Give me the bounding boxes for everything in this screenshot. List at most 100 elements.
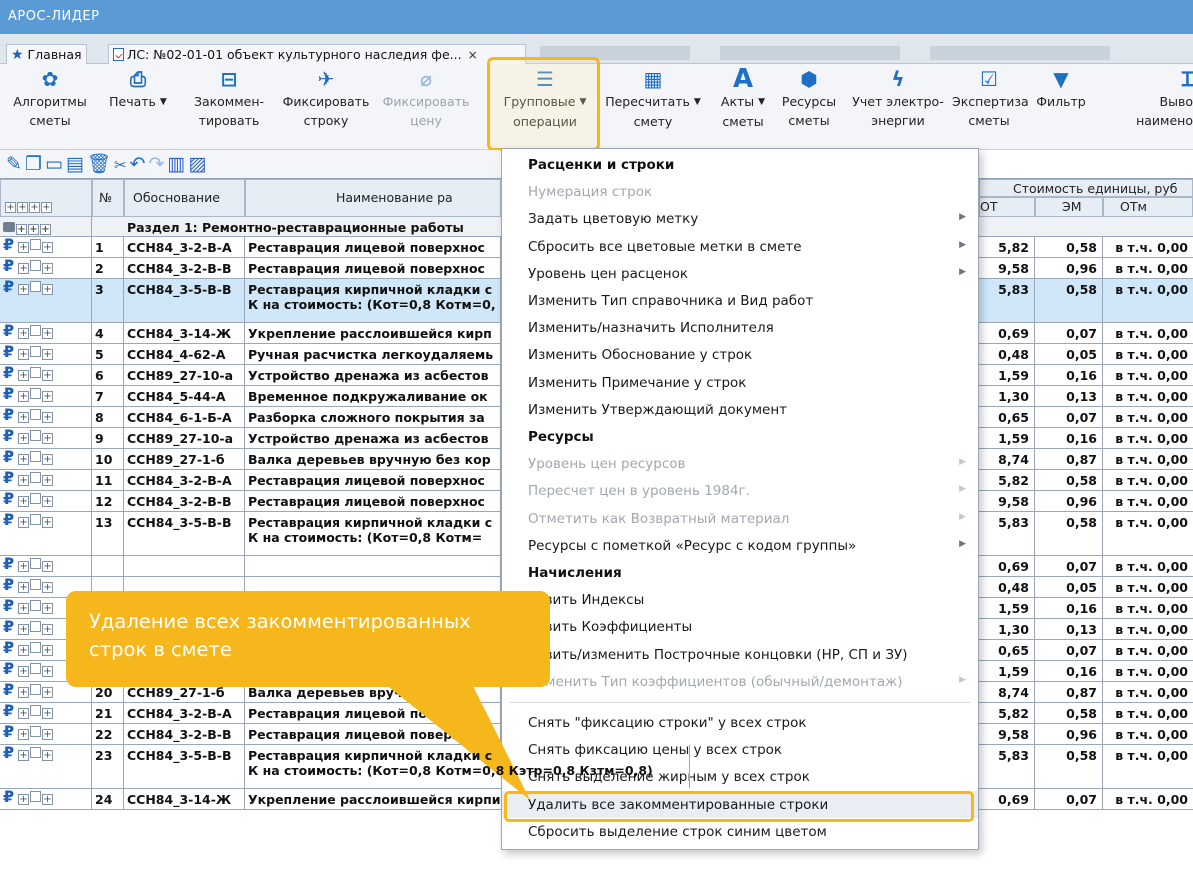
expand-icon[interactable]: + bbox=[42, 645, 54, 656]
output-names-button[interactable]: Ɪ Выво наимено bbox=[1124, 66, 1193, 130]
filter-button[interactable]: ▼ Фильтр bbox=[1030, 66, 1092, 111]
cut-icon[interactable]: ✂ bbox=[114, 156, 130, 174]
checkbox[interactable] bbox=[30, 558, 42, 569]
expand-icon[interactable]: + bbox=[18, 284, 30, 295]
menu-item[interactable]: Снять "фиксацию строки" у всех строк bbox=[502, 709, 978, 736]
expand-icon[interactable]: + bbox=[42, 561, 54, 572]
expand-icon[interactable]: + bbox=[42, 582, 54, 593]
expand-icon[interactable]: + bbox=[42, 475, 54, 486]
checkbox[interactable] bbox=[30, 621, 42, 632]
expand-icon[interactable]: + bbox=[18, 750, 30, 761]
expand-icon[interactable]: + bbox=[42, 263, 54, 274]
expand-icon[interactable]: + bbox=[42, 454, 54, 465]
menu-item[interactable]: Уровень цен ресурсов ▶ bbox=[502, 450, 978, 477]
menu-item[interactable]: Ресурсы с пометкой «Ресурс с кодом групп… bbox=[502, 532, 978, 559]
expand-icon[interactable]: + bbox=[18, 517, 30, 528]
expand-icon[interactable]: + bbox=[18, 391, 30, 402]
expand-icon[interactable]: + bbox=[18, 624, 30, 635]
menu-item[interactable]: Изменить/назначить Исполнителя bbox=[502, 314, 978, 341]
expand-icon[interactable]: + bbox=[18, 454, 30, 465]
delete-icon[interactable]: 🗑 bbox=[87, 153, 114, 175]
pencil-icon[interactable]: ✎ bbox=[6, 153, 25, 175]
expand-icon[interactable]: + bbox=[42, 349, 54, 360]
move-rows-icon[interactable]: ▨ bbox=[188, 153, 209, 175]
menu-item[interactable]: Изменить Обоснование у строк bbox=[502, 341, 978, 368]
insert-rows-icon[interactable]: ▥ bbox=[167, 153, 188, 175]
name-column-header[interactable]: Наименование ра bbox=[245, 179, 501, 217]
fix-row-button[interactable]: ✈ Фиксировать строку bbox=[280, 66, 372, 130]
menu-item[interactable]: Отметить как Возвратный материал ▶ bbox=[502, 505, 978, 532]
checkbox[interactable] bbox=[30, 705, 42, 716]
checkbox[interactable] bbox=[30, 472, 42, 483]
checkbox[interactable] bbox=[30, 726, 42, 737]
expand-icon[interactable]: + bbox=[18, 582, 30, 593]
checkbox[interactable] bbox=[30, 430, 42, 441]
menu-item[interactable]: Изменить Тип справочника и Вид работ bbox=[502, 287, 978, 314]
expand-icon[interactable]: + bbox=[42, 687, 54, 698]
tab-home[interactable]: ★ Главная bbox=[6, 44, 87, 64]
expand-icon[interactable]: + bbox=[18, 729, 30, 740]
checkbox[interactable] bbox=[30, 451, 42, 462]
checkbox[interactable] bbox=[30, 791, 42, 802]
expand-icon[interactable]: + bbox=[42, 433, 54, 444]
expand-icon[interactable]: + bbox=[18, 412, 30, 423]
paste-icon[interactable]: ▤ bbox=[66, 153, 87, 175]
menu-item[interactable]: Нумерация строк bbox=[502, 178, 978, 205]
copy-icon[interactable]: ❐ bbox=[25, 153, 45, 175]
checkbox[interactable] bbox=[30, 346, 42, 357]
resources-button[interactable]: ⬢ Ресурсы сметы bbox=[776, 66, 842, 130]
expand-icon[interactable]: + bbox=[42, 242, 54, 253]
expand-icon[interactable]: + bbox=[42, 624, 54, 635]
expand-icon[interactable]: + bbox=[18, 794, 30, 805]
acts-button[interactable]: A Акты ▼ сметы bbox=[710, 66, 776, 131]
checkbox[interactable] bbox=[30, 579, 42, 590]
fix-price-button[interactable]: ⌀ Фиксировать цену bbox=[380, 66, 472, 130]
checkbox[interactable] bbox=[30, 600, 42, 611]
expand-icon[interactable]: + bbox=[18, 561, 30, 572]
checkbox[interactable] bbox=[30, 325, 42, 336]
expand-icon[interactable]: + bbox=[18, 603, 30, 614]
expand-icon[interactable]: + bbox=[18, 687, 30, 698]
checkbox[interactable] bbox=[30, 388, 42, 399]
algorithms-button[interactable]: ✿ Алгоритмы сметы bbox=[4, 66, 96, 130]
table-row[interactable]: ₽ + +23 ССН84_3-5-В-В Реставрация кирпичной… bbox=[0, 745, 1193, 789]
menu-item[interactable]: Сбросить все цветовые метки в смете ▶ bbox=[502, 233, 978, 260]
expertise-button[interactable]: ☑ Экспертиза сметы bbox=[952, 66, 1029, 130]
expand-icon[interactable]: + bbox=[18, 475, 30, 486]
redo-icon[interactable]: ↷ bbox=[149, 153, 168, 175]
expand-all-icon[interactable]: + bbox=[5, 202, 16, 213]
menu-item[interactable]: бавить Коэффициенты bbox=[502, 613, 978, 640]
expand-icon[interactable]: + bbox=[18, 433, 30, 444]
expand-icon[interactable]: + bbox=[42, 666, 54, 677]
menu-item[interactable]: Задать цветовую метку ▶ bbox=[502, 205, 978, 232]
expand-icon[interactable]: + bbox=[42, 370, 54, 381]
checkbox[interactable] bbox=[30, 493, 42, 504]
expand-icon[interactable]: + bbox=[18, 666, 30, 677]
expand-icon[interactable]: + bbox=[42, 708, 54, 719]
menu-item[interactable]: бавить/изменить Построчные концовки (НР,… bbox=[502, 641, 978, 668]
print-button[interactable]: ⎙ Печать ▼ bbox=[98, 66, 178, 112]
basis-column-header[interactable]: Обоснование bbox=[124, 179, 245, 217]
expand-icon[interactable]: + bbox=[42, 412, 54, 423]
expand-icon[interactable]: + bbox=[18, 370, 30, 381]
menu-item[interactable]: Пересчет цен в уровень 1984г. ▶ bbox=[502, 477, 978, 504]
checkbox[interactable] bbox=[30, 281, 42, 292]
expand-icon[interactable]: + bbox=[18, 349, 30, 360]
checkbox[interactable] bbox=[30, 367, 42, 378]
checkbox[interactable] bbox=[30, 747, 42, 758]
tab-estimate[interactable]: ЛС: №02-01-01 объект культурного наследи… bbox=[108, 44, 526, 64]
menu-item[interactable]: Изменить Утверждающий документ bbox=[502, 396, 978, 423]
menu-item[interactable]: бавить Индексы bbox=[502, 586, 978, 613]
recalculate-button[interactable]: ▦ Пересчитать ▼ смету bbox=[600, 66, 706, 131]
expand-icon[interactable]: + bbox=[42, 284, 54, 295]
expand-icon[interactable]: + bbox=[42, 729, 54, 740]
num-column-header[interactable]: № bbox=[92, 179, 124, 217]
checkbox[interactable] bbox=[30, 684, 42, 695]
expand-icon[interactable]: + bbox=[18, 328, 30, 339]
expand-icon[interactable]: + bbox=[18, 708, 30, 719]
em-column-header[interactable]: ЭМ bbox=[1035, 197, 1103, 217]
expand-icon[interactable]: + bbox=[18, 645, 30, 656]
undo-icon[interactable]: ↶ bbox=[130, 153, 149, 175]
new-doc-icon[interactable]: ▭ bbox=[45, 153, 66, 175]
checkbox[interactable] bbox=[30, 663, 42, 674]
